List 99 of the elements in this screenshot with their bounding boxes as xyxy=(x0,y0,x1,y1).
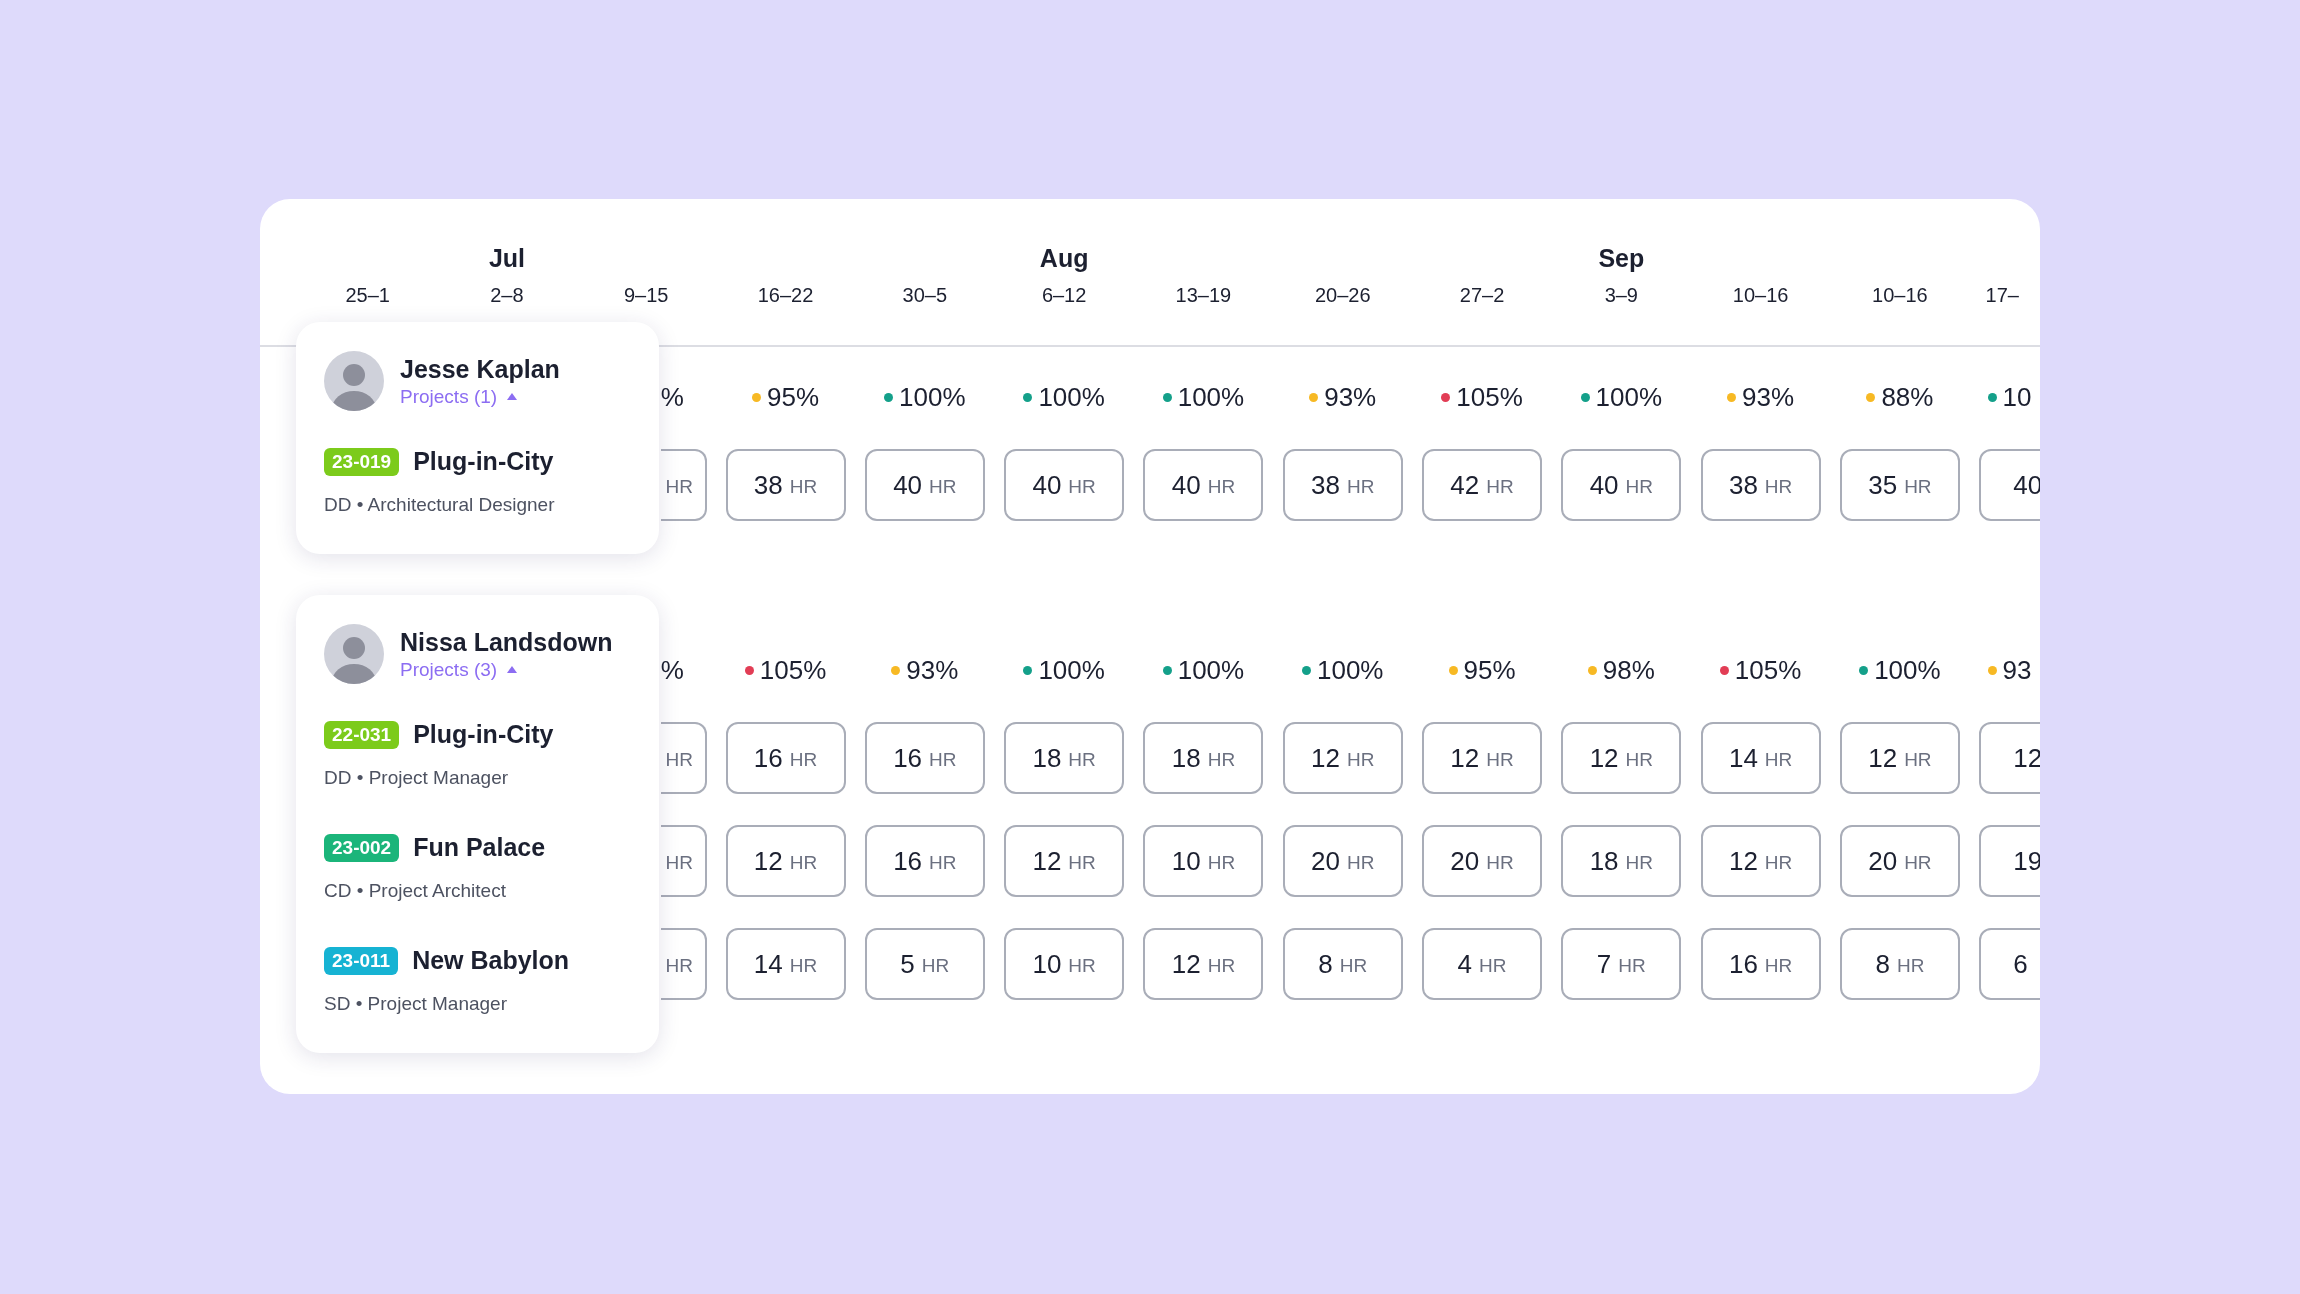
week-label: 30–5 xyxy=(902,283,948,307)
projects-link[interactable]: Projects (3) xyxy=(400,658,613,681)
hours-field[interactable]: 8 HR xyxy=(1282,928,1403,1000)
hours-field[interactable]: 18 HR xyxy=(1004,722,1125,794)
utilization-value: % xyxy=(660,654,684,686)
hours-field[interactable]: 35 HR xyxy=(1839,449,1960,521)
project-name: Fun Palace xyxy=(413,833,546,862)
utilization-value: 100% xyxy=(1038,654,1105,686)
person-name: Jesse Kaplan xyxy=(400,354,560,384)
avatar-icon xyxy=(324,351,384,411)
utilization-value: 93 xyxy=(2002,654,2032,686)
project-name: Plug-in-City xyxy=(413,447,554,476)
hours-field[interactable]: 12 HR xyxy=(1282,722,1403,794)
hours-field[interactable]: HR xyxy=(660,449,707,521)
hours-field[interactable]: 12 HR xyxy=(725,825,846,897)
utilization-value: 105% xyxy=(1456,381,1523,413)
hours-field[interactable]: 38 HR xyxy=(1700,449,1821,521)
project-code-tag: 23-019 xyxy=(324,447,400,476)
hours-field[interactable]: 19 xyxy=(1979,825,2040,897)
utilization-value: 93% xyxy=(906,654,959,686)
avatar-icon xyxy=(324,624,384,684)
week-label: 3–9 xyxy=(1604,283,1638,307)
utilization-value: % xyxy=(660,381,684,413)
week-label: 16–22 xyxy=(757,283,814,307)
week-label: 6–12 xyxy=(1041,283,1087,307)
project-code-tag: 23-002 xyxy=(324,833,400,862)
utilization-value: 100% xyxy=(1177,654,1245,686)
utilization-value: 95% xyxy=(767,381,820,413)
projects-link[interactable]: Projects (1) xyxy=(400,385,560,408)
hours-field[interactable]: 20 HR xyxy=(1839,825,1960,897)
hours-field[interactable]: 8 HR xyxy=(1839,928,1960,1000)
utilization-value: 100% xyxy=(1595,381,1663,413)
hours-field[interactable]: 12 HR xyxy=(1004,825,1125,897)
hours-field[interactable]: 16 HR xyxy=(864,825,985,897)
hours-field[interactable]: 16 HR xyxy=(864,722,985,794)
utilization-value: 10 xyxy=(2002,381,2032,413)
hours-field[interactable]: 16 HR xyxy=(1700,928,1821,1000)
hours-field[interactable]: 40 HR xyxy=(864,449,985,521)
hours-field[interactable]: 20 HR xyxy=(1282,825,1403,897)
week-label: 20–26 xyxy=(1314,283,1371,307)
utilization-value: 100% xyxy=(1177,381,1245,413)
hours-field[interactable]: 42 HR xyxy=(1422,449,1542,521)
utilization-value: 100% xyxy=(1316,654,1384,686)
project-name: New Babylon xyxy=(412,946,570,975)
hours-field[interactable]: 14 HR xyxy=(1700,722,1821,794)
hours-field[interactable]: HR xyxy=(660,722,707,794)
month-label: Aug xyxy=(1039,243,1089,273)
week-label: 10–16 xyxy=(1872,283,1928,307)
hours-field[interactable]: 4 HR xyxy=(1422,928,1542,1000)
project-role: SD • Project Manager xyxy=(324,993,508,1015)
hours-field[interactable]: 38 HR xyxy=(725,449,846,521)
hours-field[interactable]: 12 HR xyxy=(1143,928,1264,1000)
hours-field[interactable]: 12 HR xyxy=(1561,722,1682,794)
utilization-value: 105% xyxy=(759,654,827,686)
hours-field[interactable]: HR xyxy=(660,825,707,897)
hours-field[interactable]: 40 HR xyxy=(1561,449,1682,521)
project-role: DD • Project Manager xyxy=(324,767,510,789)
utilization-value: 100% xyxy=(1038,381,1105,413)
utilization-value: 98% xyxy=(1602,654,1655,686)
hours-field[interactable]: 10 HR xyxy=(1143,825,1264,897)
hours-field[interactable]: 7 HR xyxy=(1561,928,1682,1000)
utilization-value: 93% xyxy=(1324,381,1377,413)
project-code-tag: 22-031 xyxy=(324,720,400,749)
hours-field[interactable]: 5 HR xyxy=(864,928,985,1000)
person-name: Nissa Landsdown xyxy=(400,627,613,657)
utilization-value: 93% xyxy=(1742,381,1795,413)
week-label: 27–2 xyxy=(1459,283,1505,307)
hours-field[interactable]: 38 HR xyxy=(1282,449,1403,521)
hours-field[interactable]: 18 HR xyxy=(1143,722,1264,794)
week-label: 2–8 xyxy=(490,283,524,307)
hours-field[interactable]: 20 HR xyxy=(1422,825,1542,897)
week-label: 9–15 xyxy=(624,283,669,307)
hours-field[interactable]: 18 HR xyxy=(1561,825,1682,897)
week-label: 10–16 xyxy=(1732,283,1789,307)
utilization-value: 88% xyxy=(1881,381,1934,413)
project-code-tag: 23-011 xyxy=(324,946,399,975)
week-label: 13–19 xyxy=(1175,283,1232,307)
hours-field[interactable]: 12 HR xyxy=(1422,722,1542,794)
utilization-value: 100% xyxy=(1874,654,1941,686)
utilization-value: 100% xyxy=(899,381,966,413)
month-label: Sep xyxy=(1598,243,1645,273)
hours-field[interactable]: 40 HR xyxy=(1143,449,1264,521)
month-label: Jul xyxy=(488,243,525,273)
hours-field[interactable]: 16 HR xyxy=(725,722,846,794)
hours-field[interactable]: 6 xyxy=(1979,928,2040,1000)
project-role: DD • Architectural Designer xyxy=(324,494,556,516)
week-label: 17– xyxy=(1984,283,2019,307)
hours-field[interactable]: 14 HR xyxy=(725,928,846,1000)
hours-field[interactable]: 10 HR xyxy=(1004,928,1125,1000)
utilization-value: 95% xyxy=(1463,654,1516,686)
project-role: CD • Project Architect xyxy=(324,880,507,902)
week-label: 25–1 xyxy=(345,283,390,307)
utilization-value: 105% xyxy=(1734,654,1802,686)
hours-field[interactable]: 12 HR xyxy=(1839,722,1960,794)
hours-field[interactable]: HR xyxy=(660,928,707,1000)
hours-field[interactable]: 40 HR xyxy=(1004,449,1125,521)
hours-field[interactable]: 12 xyxy=(1979,722,2040,794)
hours-field[interactable]: 12 HR xyxy=(1700,825,1821,897)
project-name: Plug-in-City xyxy=(413,720,554,749)
